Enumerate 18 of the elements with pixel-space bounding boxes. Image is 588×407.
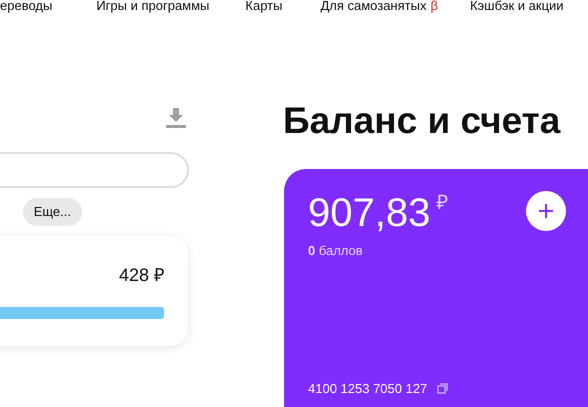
download-icon[interactable] (166, 108, 186, 128)
nav-link[interactable]: Игры и программы (96, 0, 210, 16)
currency-sign: ₽ (436, 193, 448, 213)
nav-link[interactable]: ереводы (0, 0, 52, 16)
add-button[interactable] (526, 191, 566, 231)
account-number: 4100 1253 7050 127 (308, 380, 428, 398)
nav-link[interactable]: Карты (245, 0, 282, 16)
spending-amount: 428 ₽ (118, 264, 164, 287)
plus-icon (539, 204, 554, 218)
points-text: 0 баллов (308, 242, 364, 260)
section-title: Баланс и счета (283, 102, 562, 139)
more-button[interactable]: Еще... (22, 198, 82, 226)
nav-link[interactable]: Для самозанятых β (320, 0, 438, 16)
nav-link[interactable]: Кэшбэк и акции (470, 0, 564, 16)
search-field[interactable] (0, 152, 189, 188)
balance-amount: 907,83 (308, 193, 430, 233)
copy-icon[interactable] (437, 382, 448, 394)
beta-label: β (430, 0, 438, 14)
